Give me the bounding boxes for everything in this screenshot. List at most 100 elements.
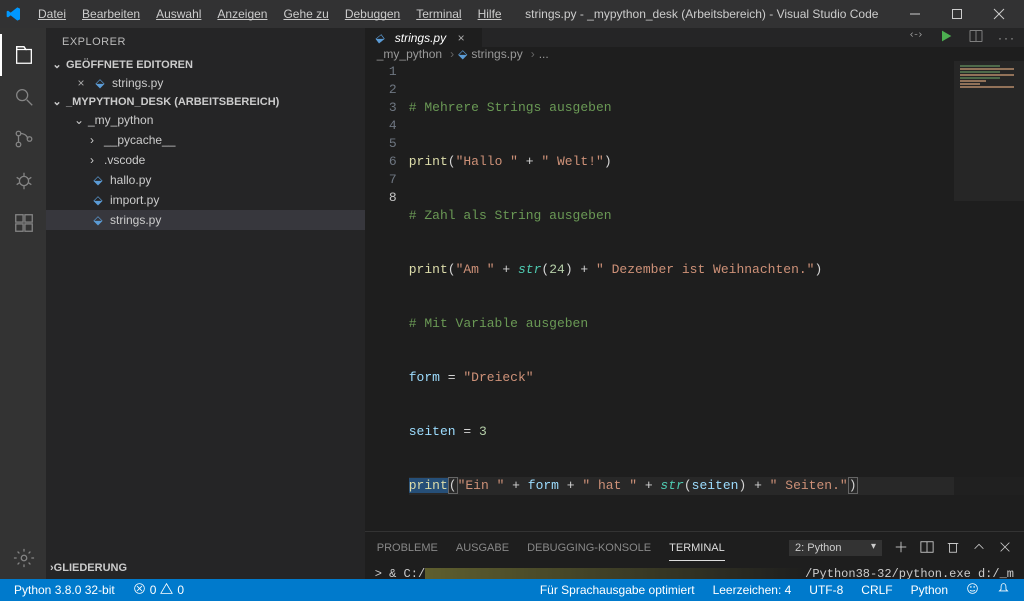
python-file-icon: ⬙ [90,213,106,227]
menu-debug[interactable]: Debuggen [337,3,408,25]
outline-label: GLIEDERUNG [54,562,127,574]
close-icon[interactable]: × [74,76,88,90]
minimap-render [960,65,1020,89]
explorer-title: EXPLORER [46,28,365,56]
split-editor-icon[interactable] [968,28,984,47]
activity-debug-icon[interactable] [0,160,46,202]
status-encoding[interactable]: UTF-8 [803,583,849,597]
tree-file[interactable]: ⬙ hallo.py [46,170,365,190]
close-panel-icon[interactable] [998,540,1012,557]
panel-tab-output[interactable]: AUSGABE [456,536,509,560]
tree-item-label: strings.py [110,213,161,227]
editor-tab-label: strings.py [395,31,446,45]
tree-folder[interactable]: › __pycache__ [46,130,365,150]
menu-edit[interactable]: Bearbeiten [74,3,148,25]
panel-tabs: PROBLEME AUSGABE DEBUGGING-KONSOLE TERMI… [365,532,1024,564]
status-indentation[interactable]: Leerzeichen: 4 [707,583,798,597]
workspace-header-label: _MYPYTHON_DESK (ARBEITSBEREICH) [66,96,279,108]
terminal-selector[interactable]: 2: Python [789,540,882,556]
menu-selection[interactable]: Auswahl [148,3,209,25]
tree-item-label: hallo.py [110,173,151,187]
tree-folder[interactable]: › .vscode [46,150,365,170]
python-file-icon: ⬙ [375,31,391,45]
window-controls [894,0,1020,28]
chevron-right-icon: › [90,133,104,147]
python-file-icon: ⬙ [90,193,106,207]
panel-tab-debug-console[interactable]: DEBUGGING-KONSOLE [527,536,651,560]
status-bar: Python 3.8.0 32-bit 0 0 Für Sprachausgab… [0,579,1024,601]
editor-group: ⬙ strings.py × ··· _my_python › ⬙strings… [365,28,1024,579]
outline-section[interactable]: › GLIEDERUNG [46,557,365,579]
maximize-button[interactable] [936,0,978,28]
status-eol[interactable]: CRLF [855,583,898,597]
open-editor-filename: strings.py [112,76,163,90]
open-editors-label: GEÖFFNETE EDITOREN [66,59,193,71]
close-button[interactable] [978,0,1020,28]
minimap[interactable] [954,61,1024,531]
panel-tab-problems[interactable]: PROBLEME [377,536,438,560]
kill-terminal-icon[interactable] [946,540,960,557]
code-content[interactable]: # Mehrere Strings ausgeben print("Hallo … [409,61,1024,531]
python-file-icon: ⬙ [90,173,106,187]
activity-explorer-icon[interactable] [0,34,46,76]
new-terminal-icon[interactable] [894,540,908,557]
breadcrumbs[interactable]: _my_python › ⬙strings.py › ... [365,47,1024,61]
status-problems[interactable]: 0 0 [127,582,190,598]
breadcrumb-item[interactable]: ... [539,47,549,61]
tree-item-label: .vscode [104,153,145,167]
open-editor-item[interactable]: × ⬙ strings.py [46,73,365,93]
window-title: strings.py - _mypython_desk (Arbeitsbere… [510,7,894,21]
menu-file[interactable]: Datei [30,3,74,25]
minimize-button[interactable] [894,0,936,28]
panel-tab-terminal[interactable]: TERMINAL [669,536,725,561]
chevron-right-icon: › [531,47,535,61]
warning-icon [160,582,173,598]
activity-extensions-icon[interactable] [0,202,46,244]
chevron-right-icon: › [450,47,454,61]
more-actions-icon[interactable]: ··· [998,31,1016,45]
status-python-version[interactable]: Python 3.8.0 32-bit [8,583,121,597]
editor-tab[interactable]: ⬙ strings.py × [365,28,483,47]
maximize-panel-icon[interactable] [972,540,986,557]
workspace-section[interactable]: ⌄ _MYPYTHON_DESK (ARBEITSBEREICH) [46,93,365,110]
menu-go[interactable]: Gehe zu [275,3,336,25]
terminal-output[interactable]: > & C://Python38-32/python.exe d:/_m _my… [365,564,1024,579]
compare-changes-icon[interactable] [908,28,924,47]
close-icon[interactable]: × [454,31,468,45]
run-icon[interactable] [938,28,954,47]
status-language[interactable]: Python [905,583,954,597]
breadcrumb-item[interactable]: _my_python [377,47,442,61]
activity-settings-icon[interactable] [0,537,46,579]
editor-tab-actions: ··· [908,28,1024,47]
activity-bar [0,28,46,579]
explorer-sidebar: EXPLORER ⌄ GEÖFFNETE EDITOREN × ⬙ string… [46,28,365,579]
chevron-down-icon: ⌄ [50,58,64,71]
bottom-panel: PROBLEME AUSGABE DEBUGGING-KONSOLE TERMI… [365,531,1024,579]
tree-folder-root[interactable]: ⌄ _my_python [46,110,365,130]
tree-file[interactable]: ⬙ strings.py [46,210,365,230]
activity-scm-icon[interactable] [0,118,46,160]
titlebar: Datei Bearbeiten Auswahl Anzeigen Gehe z… [0,0,1024,28]
menu-help[interactable]: Hilfe [470,3,510,25]
chevron-right-icon: › [90,153,104,167]
chevron-down-icon: ⌄ [74,113,88,127]
tree-file[interactable]: ⬙ import.py [46,190,365,210]
status-speech-optimized[interactable]: Für Sprachausgabe optimiert [534,583,701,597]
vscode-logo-icon [4,4,24,24]
activity-search-icon[interactable] [0,76,46,118]
open-editors-section[interactable]: ⌄ GEÖFFNETE EDITOREN [46,56,365,73]
status-feedback-icon[interactable] [960,582,985,598]
editor-tabs: ⬙ strings.py × ··· [365,28,1024,47]
code-editor[interactable]: 12345678 # Mehrere Strings ausgeben prin… [365,61,1024,531]
python-file-icon: ⬙ [92,76,108,90]
status-notifications-icon[interactable] [991,582,1016,598]
breadcrumb-item[interactable]: ⬙strings.py [458,47,523,61]
chevron-down-icon: ⌄ [50,95,64,108]
tree-root-label: _my_python [88,113,153,127]
menu-terminal[interactable]: Terminal [408,3,469,25]
line-numbers: 12345678 [365,61,409,531]
tree-item-label: __pycache__ [104,133,175,147]
menu-view[interactable]: Anzeigen [209,3,275,25]
split-terminal-icon[interactable] [920,540,934,557]
menubar: Datei Bearbeiten Auswahl Anzeigen Gehe z… [30,3,510,25]
